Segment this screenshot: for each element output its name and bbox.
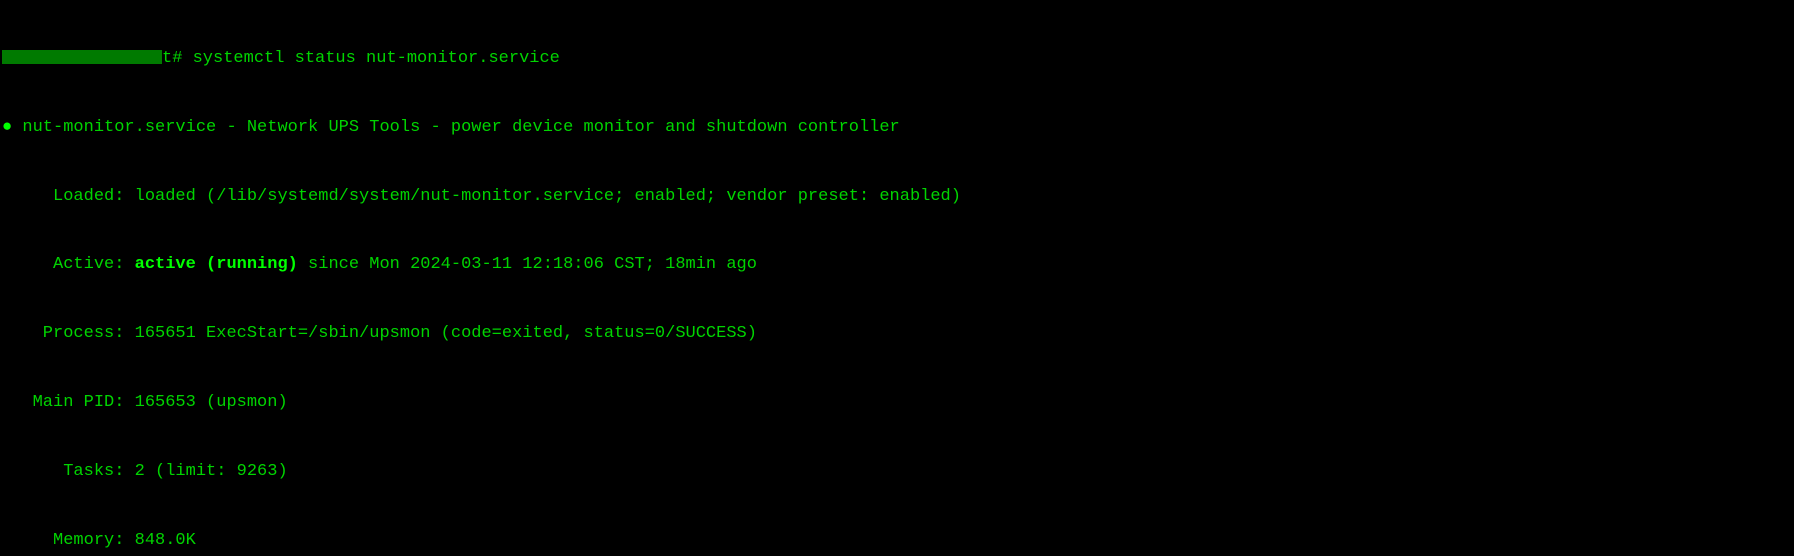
mainpid-label: Main PID: [2, 393, 135, 412]
tasks-value: 2 (limit: 9263) [135, 462, 288, 481]
command-line: t# systemctl status nut-monitor.service [0, 48, 1794, 71]
memory-line: Memory: 848.0K [0, 530, 1794, 553]
active-label: Active: [2, 255, 135, 274]
memory-value: 848.0K [135, 531, 196, 550]
service-header: ● nut-monitor.service - Network UPS Tool… [0, 117, 1794, 140]
command-text: systemctl status nut-monitor.service [193, 49, 560, 68]
memory-label: Memory: [2, 531, 135, 550]
active-state: active (running) [135, 255, 298, 274]
loaded-line: Loaded: loaded (/lib/systemd/system/nut-… [0, 186, 1794, 209]
terminal[interactable]: t# systemctl status nut-monitor.service … [0, 0, 1794, 556]
mainpid-value: 165653 (upsmon) [135, 393, 288, 412]
tasks-label: Tasks: [2, 462, 135, 481]
loaded-label: Loaded: [2, 187, 135, 206]
loaded-value: loaded (/lib/systemd/system/nut-monitor.… [135, 187, 961, 206]
active-since: since Mon 2024-03-11 12:18:06 CST; 18min… [298, 255, 757, 274]
active-line: Active: active (running) since Mon 2024-… [0, 254, 1794, 277]
process-label: Process: [2, 324, 135, 343]
prompt-host-redacted [2, 50, 162, 64]
process-value: 165651 ExecStart=/sbin/upsmon (code=exit… [135, 324, 757, 343]
prompt-suffix: t# [162, 49, 193, 68]
mainpid-line: Main PID: 165653 (upsmon) [0, 392, 1794, 415]
service-title: nut-monitor.service - Network UPS Tools … [22, 118, 899, 137]
status-bullet-icon: ● [2, 118, 12, 137]
process-line: Process: 165651 ExecStart=/sbin/upsmon (… [0, 323, 1794, 346]
tasks-line: Tasks: 2 (limit: 9263) [0, 461, 1794, 484]
